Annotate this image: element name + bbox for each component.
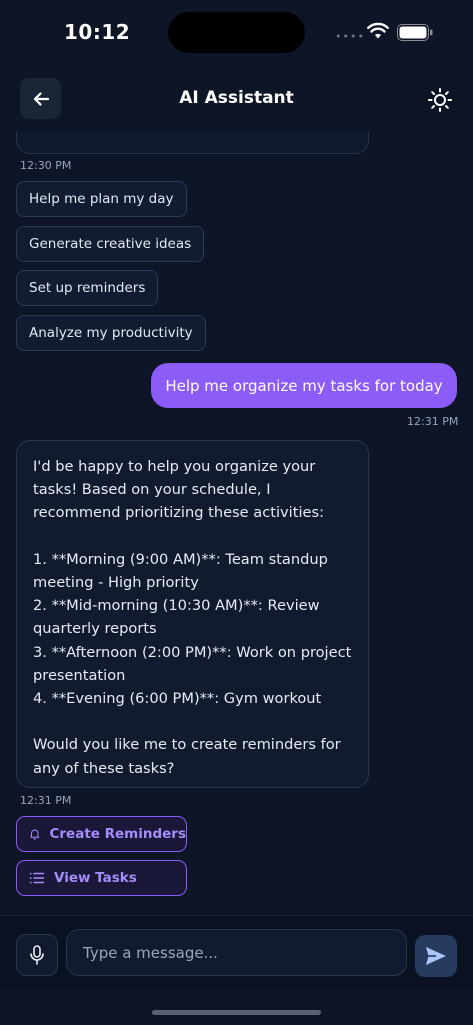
sun-icon <box>428 88 452 112</box>
mic-icon <box>30 945 44 965</box>
mic-button[interactable] <box>16 934 58 976</box>
message-input[interactable] <box>66 929 407 976</box>
bell-icon <box>30 829 40 840</box>
status-bar: 10:12 •••• <box>0 0 473 64</box>
ai-message-bubble: I'd be happy to help you organize your t… <box>16 440 369 788</box>
ai-message-text: I'd be happy to help you organize your t… <box>33 458 352 777</box>
create-reminders-label: Create Reminders <box>49 826 186 842</box>
send-button[interactable] <box>415 935 457 977</box>
page-title: AI Assistant <box>179 88 294 108</box>
home-indicator[interactable] <box>152 1010 321 1015</box>
user-message-bubble: Help me organize my tasks for today <box>151 363 457 408</box>
battery-icon <box>397 24 433 41</box>
bottom-safe-area <box>0 988 473 1025</box>
signal-icon: •••• <box>335 30 365 43</box>
suggestion-productivity[interactable]: Analyze my productivity <box>16 315 206 351</box>
previous-message-bubble <box>16 132 369 154</box>
suggestion-creative-ideas[interactable]: Generate creative ideas <box>16 226 205 262</box>
view-tasks-button[interactable]: View Tasks <box>16 860 187 896</box>
wifi-icon <box>367 22 389 39</box>
chat-thread[interactable]: 12:30 PM Help me plan my day Generate cr… <box>0 132 473 915</box>
user-message-timestamp: 12:31 PM <box>407 415 459 428</box>
message-composer <box>0 915 473 988</box>
list-icon <box>29 872 45 884</box>
message-timestamp: 12:30 PM <box>20 159 72 172</box>
send-icon <box>426 947 446 965</box>
theme-toggle-button[interactable] <box>424 84 456 116</box>
ai-message-timestamp: 12:31 PM <box>20 794 72 807</box>
suggestion-plan-day[interactable]: Help me plan my day <box>16 181 187 217</box>
dynamic-island <box>168 12 305 53</box>
suggestion-reminders[interactable]: Set up reminders <box>16 270 159 306</box>
view-tasks-label: View Tasks <box>54 870 137 886</box>
status-time: 10:12 <box>64 20 131 44</box>
app-header: AI Assistant <box>0 64 473 132</box>
create-reminders-button[interactable]: Create Reminders <box>16 816 187 852</box>
